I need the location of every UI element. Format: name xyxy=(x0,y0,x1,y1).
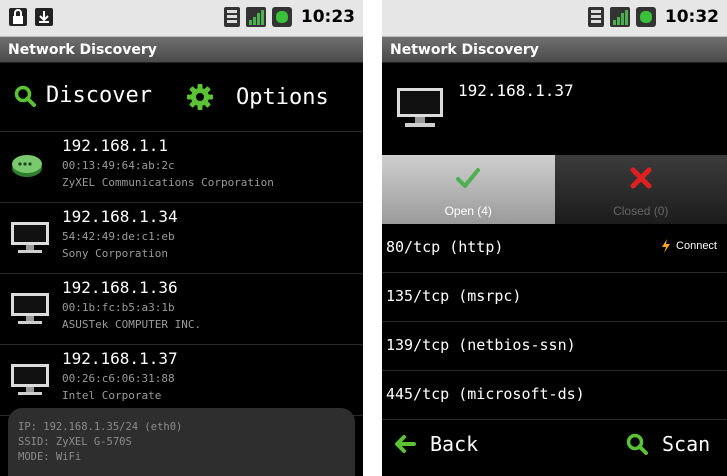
host-mac: 00:26:c6:06:31:88 xyxy=(62,372,175,385)
clock: 10:23 xyxy=(300,7,355,27)
host-list-screen: 10:23 Network Discovery Discover Options… xyxy=(0,0,363,476)
host-ip: 192.168.1.37 xyxy=(458,81,574,100)
discover-button[interactable]: Discover xyxy=(14,83,152,108)
network-ssid: SSID: ZyXEL G-570S xyxy=(18,436,132,448)
host-ip: 192.168.1.37 xyxy=(62,349,178,368)
bottom-action-bar: Back Scan xyxy=(382,420,727,476)
host-list-item[interactable]: 192.168.1.37 00:26:c6:06:31:88 Intel Cor… xyxy=(0,345,363,416)
wifi-icon xyxy=(223,7,240,27)
arrow-left-icon xyxy=(395,435,416,453)
gear-icon xyxy=(187,84,213,110)
port-list-item[interactable]: 135/tcp (msrpc) xyxy=(382,273,727,322)
search-icon xyxy=(626,433,648,455)
tab-closed[interactable]: Closed (0) xyxy=(554,155,727,224)
app-title: Network Discovery xyxy=(0,37,363,63)
lock-notification-icon xyxy=(9,8,27,26)
connect-label: Connect xyxy=(676,240,717,252)
port-list-item[interactable]: 80/tcp (http) Connect xyxy=(382,224,727,273)
checkmark-icon xyxy=(456,168,481,188)
host-vendor: ASUSTek COMPUTER INC. xyxy=(62,318,202,331)
port-tabs: Open (4) Closed (0) xyxy=(382,155,727,224)
wifi-icon xyxy=(587,7,604,27)
host-mac: 00:1b:fc:b5:a3:1b xyxy=(62,301,175,314)
network-ip: IP: 192.168.1.35/24 (eth0) xyxy=(18,421,183,433)
download-notification-icon xyxy=(35,8,53,26)
host-ip: 192.168.1.36 xyxy=(62,278,178,297)
port-label: 445/tcp (microsoft-ds) xyxy=(386,385,585,403)
host-mac: 00:13:49:64:ab:2c xyxy=(62,159,175,172)
port-list-item[interactable]: 139/tcp (netbios-ssn) xyxy=(382,322,727,371)
host-mac: 54:42:49:de:c1:eb xyxy=(62,230,175,243)
status-bar: 10:32 xyxy=(382,0,727,37)
back-label: Back xyxy=(430,432,479,456)
host-header: 192.168.1.37 xyxy=(382,63,727,155)
scan-label: Scan xyxy=(662,432,711,456)
clock: 10:32 xyxy=(664,7,719,27)
search-icon xyxy=(14,85,36,107)
host-ip: 192.168.1.1 xyxy=(62,136,168,155)
computer-icon xyxy=(11,293,49,324)
options-button[interactable]: Options xyxy=(186,83,329,111)
options-menu: Discover Options xyxy=(0,63,363,132)
signal-icon xyxy=(609,7,630,27)
port-label: 135/tcp (msrpc) xyxy=(386,287,522,305)
scan-button[interactable]: Scan xyxy=(626,432,710,456)
back-button[interactable]: Back xyxy=(394,432,478,456)
host-vendor: Intel Corporate xyxy=(62,389,162,402)
tab-open-label: Open (4) xyxy=(444,204,492,218)
host-vendor: Sony Corporation xyxy=(62,247,168,260)
options-label: Options xyxy=(236,84,329,110)
computer-icon xyxy=(11,222,49,253)
tab-open[interactable]: Open (4) xyxy=(382,155,555,224)
host-list-item[interactable]: 192.168.1.36 00:1b:fc:b5:a3:1b ASUSTek C… xyxy=(0,274,363,345)
host-ip: 192.168.1.34 xyxy=(62,207,178,226)
computer-icon xyxy=(11,364,49,395)
connect-button[interactable]: Connect xyxy=(661,239,717,253)
host-detail-screen: 10:32 Network Discovery 192.168.1.37 Ope… xyxy=(382,0,727,476)
port-label: 80/tcp (http) xyxy=(386,238,504,256)
router-icon xyxy=(12,155,42,177)
host-list-item[interactable]: 192.168.1.34 54:42:49:de:c1:eb Sony Corp… xyxy=(0,203,363,274)
tab-closed-label: Closed (0) xyxy=(613,204,669,218)
signal-icon xyxy=(245,7,266,27)
close-icon xyxy=(630,167,652,189)
status-bar: 10:23 xyxy=(0,0,363,37)
battery-icon xyxy=(635,7,656,27)
port-list-item[interactable]: 445/tcp (microsoft-ds) xyxy=(382,371,727,420)
app-title: Network Discovery xyxy=(382,37,727,63)
computer-icon xyxy=(397,88,443,127)
network-info-panel: IP: 192.168.1.35/24 (eth0) SSID: ZyXEL G… xyxy=(8,408,355,476)
network-mode: MODE: WiFi xyxy=(18,451,82,463)
discover-label: Discover xyxy=(46,83,152,108)
lightning-icon xyxy=(662,239,671,253)
battery-icon xyxy=(271,7,292,27)
host-list-item[interactable]: 192.168.1.1 00:13:49:64:ab:2c ZyXEL Comm… xyxy=(0,132,363,203)
port-label: 139/tcp (netbios-ssn) xyxy=(386,336,576,354)
host-vendor: ZyXEL Communications Corporation xyxy=(62,176,274,189)
